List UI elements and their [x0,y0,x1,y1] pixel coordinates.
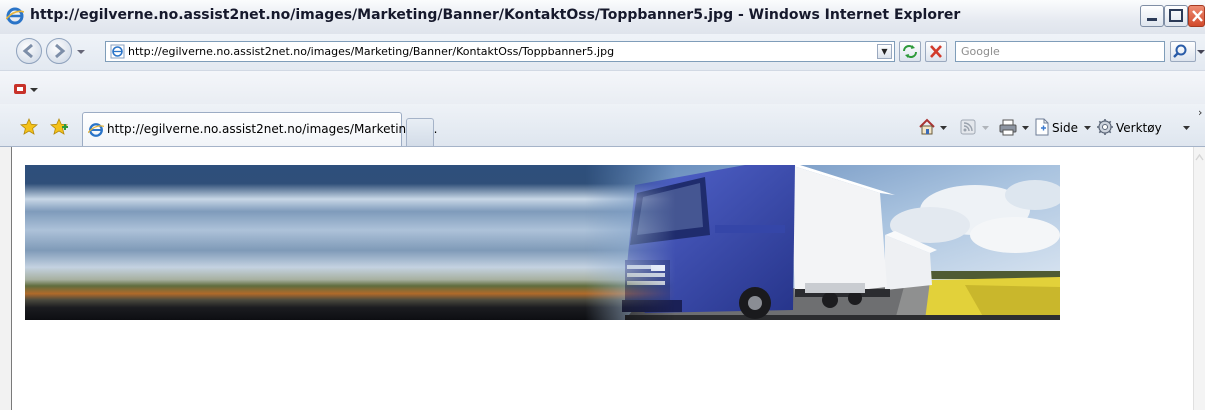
tools-menu-label[interactable]: Verktøy [1116,121,1162,135]
url-dropdown-button[interactable]: ▼ [877,44,892,59]
truck-banner-image [25,165,1060,320]
stop-icon [930,45,942,58]
new-tab-button[interactable] [406,118,434,146]
tab-label: http://egilverne.no.assist2net.no/images… [107,122,438,136]
maximize-button[interactable] [1164,5,1188,27]
favorites-star-icon[interactable] [20,118,38,136]
chevron-down-icon: ▼ [881,47,888,56]
maximize-icon [1169,9,1183,22]
left-frame-border [0,147,12,410]
ie-logo-icon [6,7,24,25]
tab-row: http://egilverne.no.assist2net.no/images… [0,104,1205,147]
print-dropdown-icon[interactable] [1022,126,1029,131]
home-dropdown-icon[interactable] [940,126,947,131]
tools-dropdown-icon[interactable] [1183,126,1190,131]
tools-gear-icon[interactable] [1096,118,1114,136]
search-field[interactable] [955,41,1165,62]
minimize-button[interactable] [1140,5,1164,27]
close-icon [1192,10,1203,22]
history-dropdown-icon[interactable] [76,48,86,56]
vertical-scrollbar[interactable] [1193,147,1205,410]
minimize-icon [1147,18,1157,21]
search-icon [1173,44,1187,58]
forward-button[interactable] [46,38,72,64]
refresh-icon [903,45,917,58]
close-button[interactable] [1188,5,1205,27]
refresh-button[interactable] [899,41,921,62]
home-icon[interactable] [918,118,936,136]
print-icon[interactable] [998,118,1018,136]
feeds-icon[interactable] [960,119,976,135]
feeds-dropdown-icon[interactable] [982,126,989,131]
links-toolbar [0,70,1205,105]
address-toolbar: ▼ [0,34,1205,70]
addon-icon[interactable] [12,81,28,97]
forward-arrow-icon [55,43,66,59]
page-menu-label[interactable]: Side [1052,121,1078,135]
search-input[interactable] [961,43,1156,60]
url-input[interactable] [128,43,868,60]
back-button[interactable] [16,38,42,64]
search-button[interactable] [1170,41,1196,62]
page-dropdown-icon[interactable] [1084,126,1091,131]
window-title: http://egilverne.no.assist2net.no/images… [30,7,961,23]
ie-page-icon [88,123,104,137]
back-arrow-icon [22,43,33,59]
title-bar: http://egilverne.no.assist2net.no/images… [0,0,1205,35]
tab-current[interactable]: http://egilverne.no.assist2net.no/images… [82,112,437,146]
add-favorites-icon[interactable] [50,118,68,136]
url-field[interactable]: ▼ [105,41,895,62]
search-options-icon[interactable] [1197,48,1205,56]
overflow-chevron-icon[interactable]: › [1198,106,1202,119]
stop-button[interactable] [925,41,947,62]
page-icon [110,44,125,59]
addon-dropdown-icon[interactable] [30,88,38,94]
scroll-up-arrow-icon[interactable] [1194,150,1205,164]
page-menu-icon[interactable] [1033,118,1051,136]
